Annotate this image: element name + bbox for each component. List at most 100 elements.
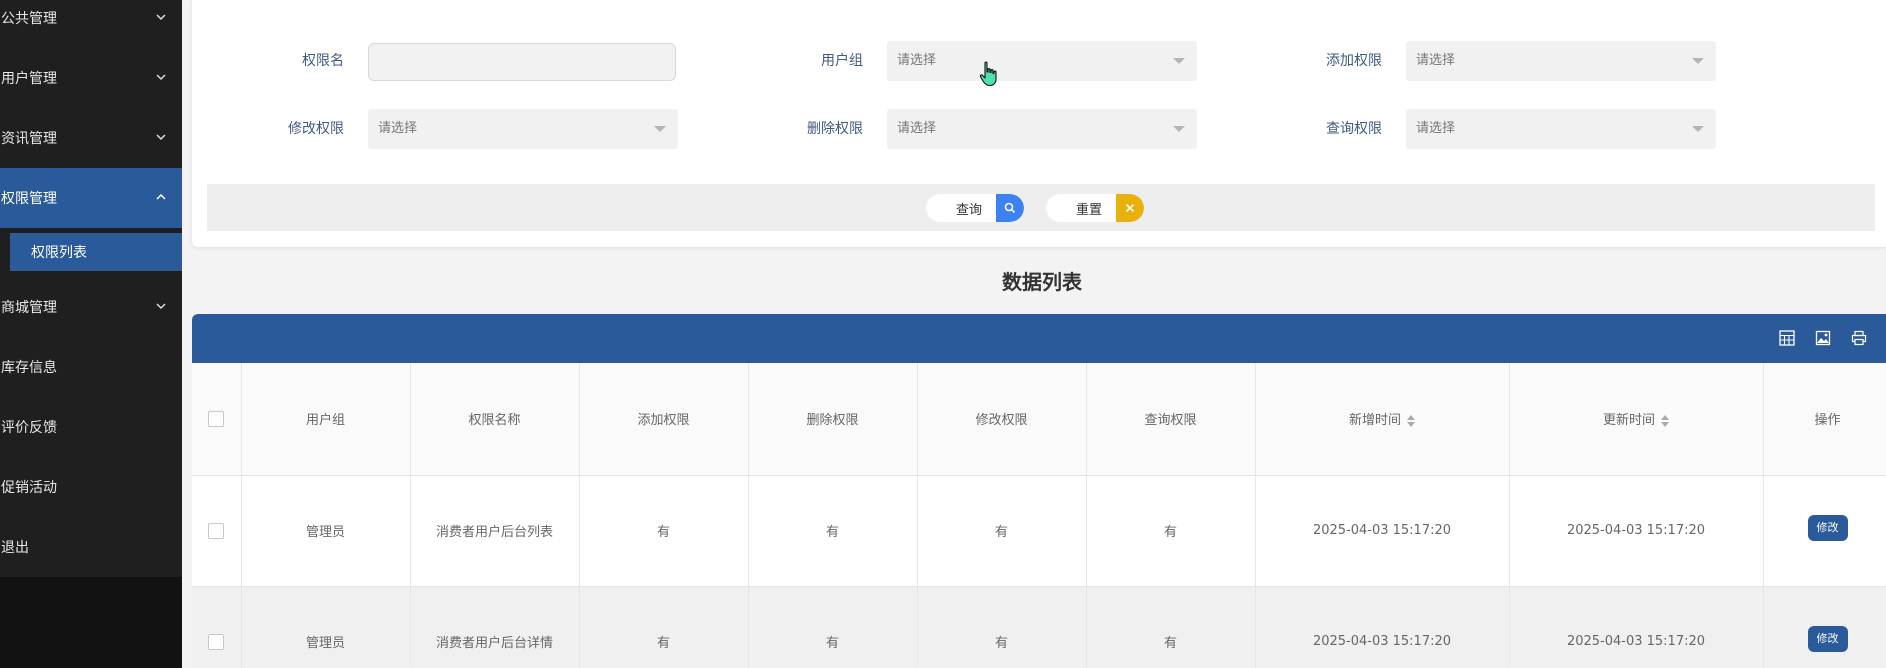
sidebar-item-label: 库存信息 [1, 360, 57, 376]
perm-name-input[interactable] [368, 43, 676, 81]
add-perm-label: 添加权限 [1326, 53, 1382, 69]
data-table: 用户组 权限名称 添加权限 删除权限 修改权限 查询权限 新增时间 更新时间 操… [192, 314, 1886, 668]
cell-actions: 修改 [1763, 475, 1886, 587]
perm-name-label: 权限名 [302, 53, 344, 69]
permissions-table: 用户组 权限名称 添加权限 删除权限 修改权限 查询权限 新增时间 更新时间 操… [192, 363, 1886, 668]
row-checkbox-cell[interactable] [192, 586, 242, 668]
header-updated-time[interactable]: 更新时间 [1509, 363, 1764, 476]
edit-button[interactable]: 修改 [1807, 625, 1848, 652]
select-all-checkbox[interactable] [208, 410, 225, 427]
sidebar-item-label: 评价反馈 [1, 420, 57, 436]
sidebar-item-news[interactable]: 资讯管理 [0, 108, 182, 168]
search-icon [996, 194, 1025, 222]
header-actions: 操作 [1763, 363, 1886, 476]
sidebar: 公共管理 用户管理 资讯管理 权限管理 权限列表 商城管理 库存信息 评价反馈 … [0, 0, 182, 668]
query-perm-select[interactable]: 请选择 [1406, 109, 1716, 149]
cell-actions: 修改 [1763, 586, 1886, 668]
user-group-select-value: 请选择 [897, 53, 937, 68]
header-created-time[interactable]: 新增时间 [1255, 363, 1510, 476]
row-checkbox[interactable] [208, 522, 225, 539]
sort-icon[interactable] [1407, 414, 1415, 427]
user-group-label: 用户组 [821, 53, 863, 69]
sidebar-item-label: 公共管理 [1, 11, 57, 27]
add-perm-select-value: 请选择 [1416, 53, 1456, 68]
header-perm-name: 权限名称 [410, 363, 580, 476]
table-toolbar [192, 314, 1886, 363]
sidebar-item-promotions[interactable]: 促销活动 [0, 457, 182, 517]
chevron-up-icon [156, 192, 166, 202]
dropdown-arrow-icon [1173, 58, 1185, 64]
query-perm-label: 查询权限 [1326, 121, 1382, 137]
header-created-time-label: 新增时间 [1348, 413, 1401, 429]
delete-perm-select-value: 请选择 [897, 121, 937, 136]
table-row: 管理员 消费者用户后台列表 有 有 有 有 2025-04-03 15:17:2… [192, 475, 1886, 587]
sidebar-subitem-permission-list[interactable]: 权限列表 [10, 233, 182, 271]
sidebar-item-users[interactable]: 用户管理 [0, 48, 182, 108]
chevron-down-icon [156, 301, 166, 311]
page-title: 数据列表 [1002, 270, 1082, 294]
dropdown-arrow-icon [1173, 126, 1185, 132]
search-button[interactable]: 查询 [926, 194, 1025, 222]
dropdown-arrow-icon [654, 126, 666, 132]
header-user-group: 用户组 [241, 363, 411, 476]
row-checkbox-cell[interactable] [192, 475, 242, 587]
delete-perm-select[interactable]: 请选择 [887, 109, 1197, 149]
row-checkbox[interactable] [208, 633, 225, 650]
table-header-row: 用户组 权限名称 添加权限 删除权限 修改权限 查询权限 新增时间 更新时间 操… [192, 363, 1886, 476]
sidebar-item-permissions[interactable]: 权限管理 [0, 168, 182, 228]
cell-updated-time: 2025-04-03 15:17:20 [1509, 475, 1764, 587]
chevron-down-icon [156, 72, 166, 82]
sidebar-item-public[interactable]: 公共管理 [0, 0, 182, 48]
cell-created-time: 2025-04-03 15:17:20 [1255, 475, 1510, 587]
sidebar-item-label: 用户管理 [1, 71, 57, 87]
dropdown-arrow-icon [1692, 58, 1704, 64]
header-select-all[interactable] [192, 363, 242, 476]
sidebar-item-logout[interactable]: 退出 [0, 517, 182, 577]
cell-delete-perm: 有 [748, 586, 918, 668]
header-delete-perm: 删除权限 [748, 363, 918, 476]
sidebar-item-feedback[interactable]: 评价反馈 [0, 397, 182, 457]
cell-delete-perm: 有 [748, 475, 918, 587]
sidebar-item-label: 资讯管理 [1, 131, 57, 147]
cell-updated-time: 2025-04-03 15:17:20 [1509, 586, 1764, 668]
hand-cursor-icon [979, 61, 999, 87]
chevron-down-icon [156, 132, 166, 142]
grid-icon[interactable] [1779, 330, 1795, 346]
cell-add-perm: 有 [579, 586, 749, 668]
edit-perm-select-value: 请选择 [378, 121, 418, 136]
header-updated-time-label: 更新时间 [1602, 413, 1655, 429]
chevron-down-icon [156, 12, 166, 22]
cell-user-group: 管理员 [241, 475, 411, 587]
sort-icon[interactable] [1661, 414, 1669, 427]
sidebar-item-inventory[interactable]: 库存信息 [0, 337, 182, 397]
cell-created-time: 2025-04-03 15:17:20 [1255, 586, 1510, 668]
close-icon [1116, 194, 1145, 222]
cell-add-perm: 有 [579, 475, 749, 587]
edit-perm-select[interactable]: 请选择 [368, 109, 678, 149]
cell-user-group: 管理员 [241, 586, 411, 668]
header-query-perm: 查询权限 [1086, 363, 1256, 476]
reset-button-label: 重置 [1076, 202, 1103, 218]
cell-perm-name: 消费者用户后台详情 [410, 586, 580, 668]
reset-button[interactable]: 重置 [1046, 194, 1145, 222]
edit-button[interactable]: 修改 [1807, 514, 1848, 541]
table-row: 管理员 消费者用户后台详情 有 有 有 有 2025-04-03 15:17:2… [192, 586, 1886, 668]
cell-edit-perm: 有 [917, 475, 1087, 587]
user-group-select[interactable]: 请选择 [887, 41, 1197, 81]
search-button-label: 查询 [956, 202, 983, 218]
sidebar-item-mall[interactable]: 商城管理 [0, 277, 182, 337]
delete-perm-label: 删除权限 [807, 121, 863, 137]
header-edit-perm: 修改权限 [917, 363, 1087, 476]
cell-perm-name: 消费者用户后台列表 [410, 475, 580, 587]
sidebar-item-label: 商城管理 [1, 300, 57, 316]
cell-edit-perm: 有 [917, 586, 1087, 668]
query-perm-select-value: 请选择 [1416, 121, 1456, 136]
add-perm-select[interactable]: 请选择 [1406, 41, 1716, 81]
sidebar-footer [0, 577, 182, 668]
header-add-perm: 添加权限 [579, 363, 749, 476]
print-icon[interactable] [1851, 330, 1867, 346]
edit-perm-label: 修改权限 [288, 121, 344, 137]
dropdown-arrow-icon [1692, 126, 1704, 132]
export-image-icon[interactable] [1815, 330, 1831, 346]
cell-query-perm: 有 [1086, 475, 1256, 587]
